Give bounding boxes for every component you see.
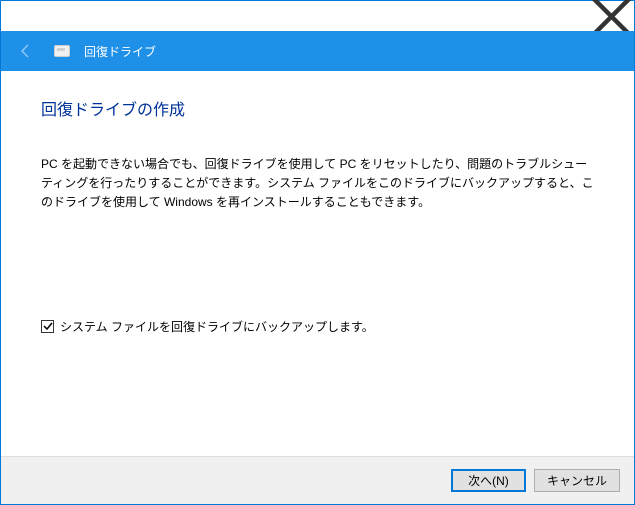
wizard-header-band: 回復ドライブ [1, 31, 634, 71]
next-button[interactable]: 次へ(N) [451, 469, 526, 492]
backup-checkbox-label[interactable]: システム ファイルを回復ドライブにバックアップします。 [60, 318, 374, 335]
window-titlebar [1, 1, 634, 31]
page-title: 回復ドライブの作成 [41, 96, 594, 120]
checkmark-icon [43, 321, 53, 331]
back-arrow-icon [18, 43, 34, 59]
drive-icon [54, 45, 70, 57]
back-button [16, 41, 36, 61]
wizard-title: 回復ドライブ [84, 43, 156, 60]
wizard-footer: 次へ(N) キャンセル [1, 456, 634, 504]
wizard-content: 回復ドライブの作成 PC を起動できない場合でも、回復ドライブを使用して PC … [1, 71, 634, 456]
backup-checkbox-row: システム ファイルを回復ドライブにバックアップします。 [41, 318, 594, 335]
recovery-drive-wizard-window: 回復ドライブ 回復ドライブの作成 PC を起動できない場合でも、回復ドライブを使… [0, 0, 635, 505]
backup-checkbox[interactable] [41, 320, 54, 333]
cancel-button[interactable]: キャンセル [534, 469, 620, 492]
page-description: PC を起動できない場合でも、回復ドライブを使用して PC をリセットしたり、問… [41, 155, 594, 213]
close-button[interactable] [589, 1, 634, 31]
